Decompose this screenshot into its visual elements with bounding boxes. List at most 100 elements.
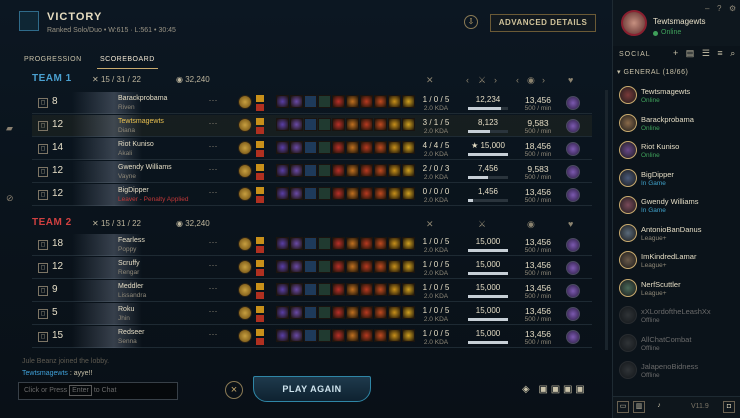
item-slot-icon[interactable] [276, 141, 289, 154]
item-slot-icon[interactable] [360, 187, 373, 200]
sort-icon[interactable]: ☰ [702, 48, 710, 58]
honor-badge-icon[interactable] [566, 261, 580, 275]
item-slot-icon[interactable] [332, 141, 345, 154]
honor-icon[interactable]: ♥ [568, 219, 573, 229]
item-slot-icon[interactable] [290, 283, 303, 296]
summoner-spell-icon[interactable] [256, 329, 264, 336]
list-icon[interactable]: ≡ [717, 48, 722, 58]
kda-sort-icon[interactable]: ✕ [426, 75, 434, 86]
item-slot-icon[interactable] [346, 283, 359, 296]
tab-progression[interactable]: PROGRESSION [24, 56, 82, 63]
emblem-icon[interactable]: ▣ [575, 384, 584, 395]
item-slot-icon[interactable] [402, 95, 415, 108]
chevron-right-icon[interactable]: › [494, 75, 497, 85]
honor-badge-icon[interactable] [566, 165, 580, 179]
summoner-spell-icon[interactable] [256, 164, 264, 171]
summoner-spell-icon[interactable] [256, 283, 264, 290]
item-slot-icon[interactable] [360, 141, 373, 154]
missions-icon[interactable]: ▥ [633, 401, 645, 413]
summoner-spell-icon[interactable] [256, 127, 264, 134]
item-slot-icon[interactable] [346, 164, 359, 177]
item-slot-icon[interactable] [304, 306, 317, 319]
item-slot-icon[interactable] [290, 118, 303, 131]
item-slot-icon[interactable] [346, 237, 359, 250]
item-slot-icon[interactable] [332, 306, 345, 319]
item-slot-icon[interactable] [374, 164, 387, 177]
chevron-left-icon[interactable]: ‹ [516, 75, 519, 85]
summoner-spell-icon[interactable] [256, 292, 264, 299]
damage-sort-icon[interactable]: ⚔ [478, 75, 486, 86]
honor-icon[interactable]: ♥ [568, 75, 573, 85]
summoner-spell-icon[interactable] [256, 315, 264, 322]
item-slot-icon[interactable] [346, 329, 359, 342]
item-slot-icon[interactable] [402, 306, 415, 319]
player-name[interactable]: Scruffy [118, 260, 140, 267]
notifications-icon[interactable]: ◘ [723, 401, 735, 413]
player-name[interactable]: Riot Kuniso [118, 141, 154, 148]
item-slot-icon[interactable] [304, 237, 317, 250]
avatar[interactable] [621, 10, 647, 36]
item-slot-icon[interactable] [304, 329, 317, 342]
keystone-rune-icon[interactable] [238, 283, 252, 297]
item-slot-icon[interactable] [402, 237, 415, 250]
summoner-spell-icon[interactable] [256, 269, 264, 276]
item-slot-icon[interactable] [360, 260, 373, 273]
item-slot-icon[interactable] [374, 141, 387, 154]
item-slot-icon[interactable] [318, 283, 331, 296]
search-icon[interactable]: ⌕ [730, 48, 735, 58]
scrollbar[interactable] [605, 90, 608, 350]
item-slot-icon[interactable] [276, 95, 289, 108]
item-slot-icon[interactable] [276, 329, 289, 342]
more-options-icon[interactable]: ··· [207, 284, 219, 295]
item-slot-icon[interactable] [304, 118, 317, 131]
keystone-rune-icon[interactable] [238, 329, 252, 343]
item-slot-icon[interactable] [304, 260, 317, 273]
item-slot-icon[interactable] [318, 95, 331, 108]
item-slot-icon[interactable] [388, 141, 401, 154]
kda-sort-icon[interactable]: ✕ [426, 219, 434, 230]
keystone-rune-icon[interactable] [238, 237, 252, 251]
item-slot-icon[interactable] [388, 306, 401, 319]
item-slot-icon[interactable] [276, 283, 289, 296]
item-slot-icon[interactable] [374, 306, 387, 319]
summoner-spell-icon[interactable] [256, 173, 264, 180]
item-slot-icon[interactable] [346, 118, 359, 131]
friend-list-item[interactable]: ImKindredLamar League+ [619, 249, 737, 273]
player-name[interactable]: Meddler [118, 283, 143, 290]
item-slot-icon[interactable] [290, 260, 303, 273]
item-slot-icon[interactable] [374, 260, 387, 273]
item-slot-icon[interactable] [360, 118, 373, 131]
friend-list-item[interactable]: BigDipper In Game [619, 167, 737, 191]
item-slot-icon[interactable] [346, 187, 359, 200]
item-slot-icon[interactable] [402, 329, 415, 342]
keystone-rune-icon[interactable] [238, 118, 252, 132]
item-slot-icon[interactable] [346, 306, 359, 319]
item-slot-icon[interactable] [276, 187, 289, 200]
emblem-icon[interactable]: ▣ [538, 384, 547, 395]
chat-icon[interactable]: ▭ [617, 401, 629, 413]
item-slot-icon[interactable] [360, 95, 373, 108]
item-slot-icon[interactable] [374, 118, 387, 131]
honor-badge-icon[interactable] [566, 238, 580, 252]
chevron-right-icon[interactable]: › [542, 75, 545, 85]
item-slot-icon[interactable] [332, 283, 345, 296]
item-slot-icon[interactable] [374, 283, 387, 296]
item-slot-icon[interactable] [346, 95, 359, 108]
friend-list-item[interactable]: xXLordoftheLeashXx Offline [619, 304, 737, 328]
item-slot-icon[interactable] [360, 237, 373, 250]
item-slot-icon[interactable] [290, 141, 303, 154]
summoner-spell-icon[interactable] [256, 187, 264, 194]
summoner-spell-icon[interactable] [256, 118, 264, 125]
item-slot-icon[interactable] [276, 164, 289, 177]
keystone-rune-icon[interactable] [238, 187, 252, 201]
summoner-spell-icon[interactable] [256, 141, 264, 148]
honor-badge-icon[interactable] [566, 96, 580, 110]
summoner-spell-icon[interactable] [256, 196, 264, 203]
item-slot-icon[interactable] [360, 283, 373, 296]
gear-icon[interactable]: ⚙ [729, 4, 736, 13]
keystone-rune-icon[interactable] [238, 260, 252, 274]
summoner-spell-icon[interactable] [256, 104, 264, 111]
item-slot-icon[interactable] [388, 283, 401, 296]
summoner-spell-icon[interactable] [256, 338, 264, 345]
more-options-icon[interactable]: ··· [207, 188, 219, 199]
